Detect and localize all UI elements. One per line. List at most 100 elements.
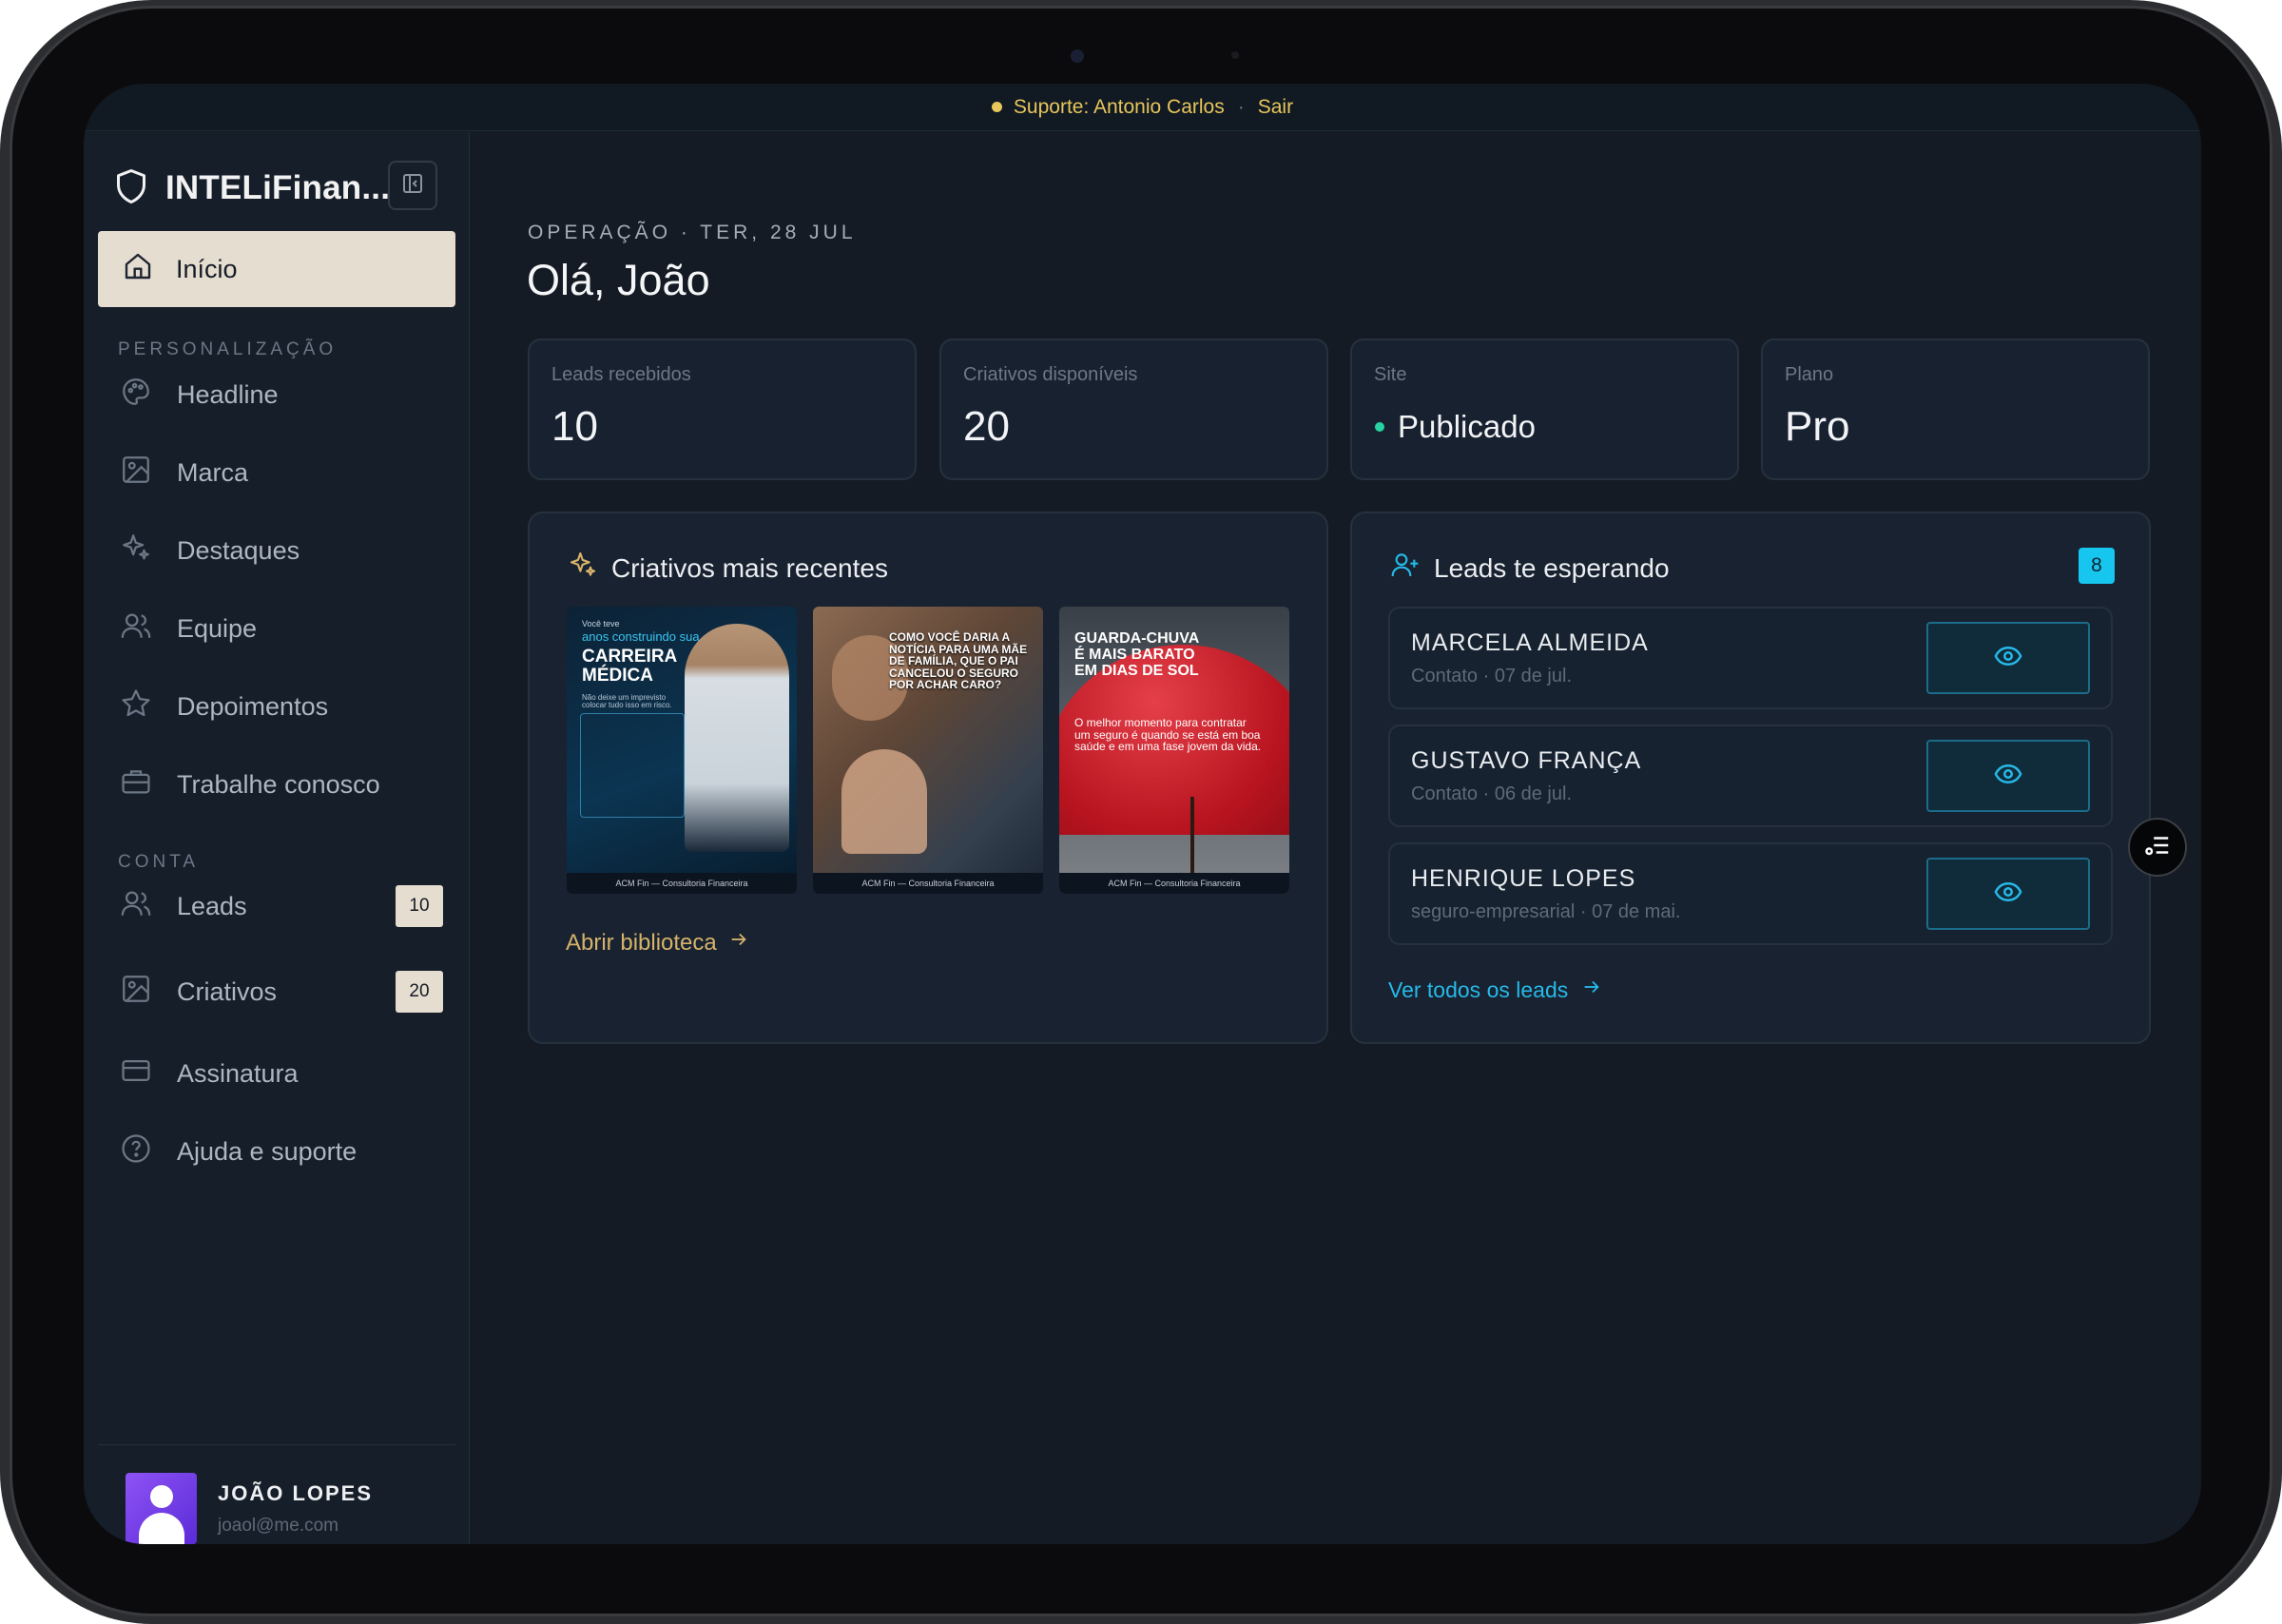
device-frame: Suporte: Antonio Carlos · Sair INTELiFin… (0, 0, 2282, 1624)
sidebar-item-criativos[interactable]: Criativos 20 (120, 963, 443, 1020)
stat-label: Plano (1785, 364, 1834, 385)
sidebar-item-depoimentos[interactable]: Depoimentos (120, 678, 443, 735)
sidebar-item-label: Marca (177, 457, 249, 487)
support-status-dot (991, 102, 1002, 112)
page-title: Olá, João (527, 256, 710, 304)
avatar (126, 1473, 197, 1544)
users-icon (120, 887, 177, 926)
app-screen: Suporte: Antonio Carlos · Sair INTELiFin… (84, 84, 2201, 1544)
leads-waiting-badge: 8 (2079, 548, 2115, 584)
stat-value: 20 (963, 403, 1010, 450)
view-lead-button[interactable] (1926, 622, 2090, 694)
lead-meta: Contato · 07 de jul. (1411, 666, 1572, 686)
sidebar: INTELiFinan... Início PERSONALIZAÇÃO Hea… (84, 132, 470, 1544)
stat-value: Pro (1785, 403, 1850, 450)
lead-meta: Contato · 06 de jul. (1411, 783, 1572, 804)
sidebar-item-label: Leads (177, 891, 247, 920)
sidebar-item-label: Trabalhe conosco (177, 769, 380, 799)
sidebar-divider (98, 1444, 455, 1445)
sidebar-item-assinatura[interactable]: Assinatura (120, 1045, 443, 1102)
sidebar-collapse-icon (402, 173, 423, 199)
sidebar-item-label: Ajuda e suporte (177, 1136, 358, 1166)
collapse-sidebar-button[interactable] (388, 161, 437, 210)
view-lead-button[interactable] (1926, 740, 2090, 812)
sparkles-icon (568, 550, 611, 587)
briefcase-icon (120, 765, 177, 804)
brand[interactable]: INTELiFinan... (114, 164, 390, 212)
user-name: JOÃO LOPES (218, 1480, 374, 1505)
user-email: joaol@me.com (218, 1515, 338, 1536)
sparkles-icon (120, 532, 177, 570)
sidebar-item-destaques[interactable]: Destaques (120, 522, 443, 579)
view-all-leads-link[interactable]: Ver todos os leads (1388, 976, 1602, 1003)
lead-row: MARCELA ALMEIDA Contato · 07 de jul. (1388, 607, 2113, 709)
shield-icon (114, 167, 148, 210)
sidebar-item-label: Headline (177, 379, 279, 409)
sidebar-item-leads[interactable]: Leads 10 (120, 878, 443, 935)
status-dot (1375, 422, 1384, 432)
open-library-link[interactable]: Abrir biblioteca (566, 929, 749, 957)
support-label: Suporte: Antonio Carlos (1013, 95, 1225, 118)
leads-card: Leads te esperando 8 MARCELA ALMEIDA Con… (1350, 512, 2151, 1044)
criativos-card: Criativos mais recentes Você teve anos c… (528, 512, 1328, 1044)
stat-label: Leads recebidos (551, 364, 691, 385)
criativos-count-badge: 20 (396, 971, 443, 1013)
sidebar-item-headline[interactable]: Headline (120, 366, 443, 423)
date-eyebrow: OPERAÇÃO · TER, 28 JUL (528, 222, 857, 243)
eye-icon (1994, 760, 2022, 793)
stat-label: Site (1374, 364, 1407, 385)
lead-row: GUSTAVO FRANÇA Contato · 06 de jul. (1388, 725, 2113, 827)
camera (1071, 49, 1084, 63)
user-profile[interactable]: JOÃO LOPES joaol@me.com (126, 1473, 373, 1544)
sidebar-item-label: Assinatura (177, 1058, 299, 1088)
lead-name: HENRIQUE LOPES (1411, 865, 1636, 892)
logout-link[interactable]: Sair (1258, 96, 1293, 119)
image-icon (120, 454, 177, 493)
sidebar-item-trabalhe-conosco[interactable]: Trabalhe conosco (120, 756, 443, 813)
help-circle-icon (120, 1132, 177, 1171)
user-plus-icon (1390, 550, 1434, 587)
sidebar-item-label: Criativos (177, 976, 278, 1006)
lead-row: HENRIQUE LOPES seguro-empresarial · 07 d… (1388, 842, 2113, 945)
sidebar-item-equipe[interactable]: Equipe (120, 600, 443, 657)
sidebar-item-ajuda[interactable]: Ajuda e suporte (120, 1123, 443, 1180)
brand-name: INTELiFinan... (165, 169, 391, 206)
credit-card-icon (120, 1054, 177, 1093)
sidebar-item-label: Depoimentos (177, 691, 329, 721)
leads-count-badge: 10 (396, 885, 443, 927)
users-icon (120, 609, 177, 648)
star-icon (120, 687, 177, 726)
criativos-card-title: Criativos mais recentes (568, 550, 888, 587)
support-bar: Suporte: Antonio Carlos · Sair (84, 84, 2201, 131)
creative-thumbnail[interactable]: GUARDA-CHUVA É MAIS BARATO EM DIAS DE SO… (1059, 607, 1289, 894)
home-icon (123, 251, 176, 288)
sidebar-item-inicio[interactable]: Início (98, 231, 455, 307)
lead-name: GUSTAVO FRANÇA (1411, 747, 1642, 774)
main-content: OPERAÇÃO · TER, 28 JUL Olá, João Leads r… (471, 132, 2201, 1544)
stat-card-leads: Leads recebidos 10 (528, 338, 917, 480)
stat-card-criativos: Criativos disponíveis 20 (939, 338, 1328, 480)
stat-value: Publicado (1398, 409, 1536, 444)
creative-thumbnail[interactable]: COMO VOCÊ DARIA A NOTÍCIA PARA UMA MÃE D… (813, 607, 1043, 894)
stat-value: 10 (551, 403, 598, 450)
sidebar-item-label: Equipe (177, 613, 258, 643)
leads-card-title: Leads te esperando (1390, 550, 1670, 587)
sidebar-item-marca[interactable]: Marca (120, 444, 443, 501)
floating-menu-button[interactable] (2128, 818, 2187, 877)
view-lead-button[interactable] (1926, 858, 2090, 930)
eye-icon (1994, 642, 2022, 675)
creative-thumbnail[interactable]: Você teve anos construindo sua CARREIRA … (567, 607, 797, 894)
arrow-right-icon (1568, 976, 1602, 1003)
eye-icon (1994, 878, 2022, 911)
filter-lines-icon (2143, 831, 2172, 864)
sidebar-item-label: Destaques (177, 535, 300, 565)
palette-icon (120, 376, 177, 415)
sidebar-item-label: Início (176, 254, 238, 283)
stat-card-plano: Plano Pro (1761, 338, 2150, 480)
section-conta: CONTA (118, 852, 200, 872)
section-personalizacao: PERSONALIZAÇÃO (118, 339, 338, 359)
lead-meta: seguro-empresarial · 07 de mai. (1411, 901, 1681, 922)
sensor (1231, 51, 1239, 59)
support-separator: · (1237, 95, 1245, 118)
stat-label: Criativos disponíveis (963, 364, 1138, 385)
